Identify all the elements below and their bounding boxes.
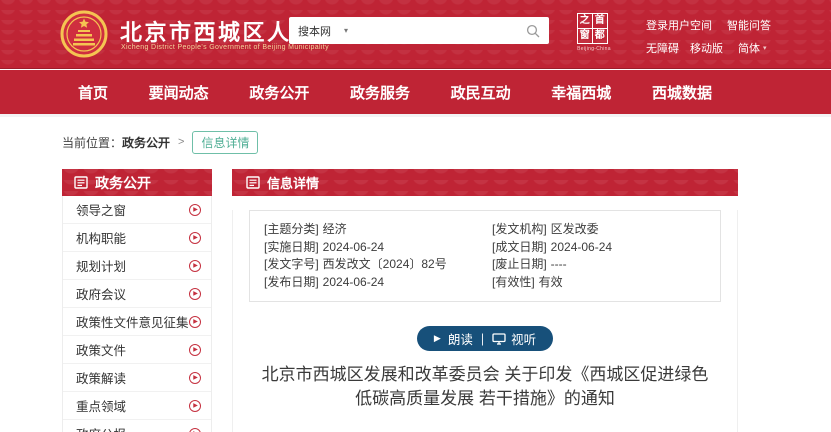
read-aloud-label: 朗读	[448, 329, 473, 348]
button-divider: |	[481, 332, 484, 346]
sidebar-item-policy-feedback[interactable]: 政策性文件意见征集 ▶	[63, 308, 211, 336]
sidebar-item-policy-docs[interactable]: 政策文件 ▶	[63, 336, 211, 364]
content-panel-header: 信息详情	[232, 169, 738, 196]
content-panel-title: 信息详情	[267, 173, 319, 192]
play-circle-icon: ▶	[189, 204, 201, 216]
sidebar-header: 政务公开	[62, 169, 212, 196]
search-icon[interactable]	[526, 24, 540, 38]
sidebar-item-policy-interpretation[interactable]: 政策解读 ▶	[63, 364, 211, 392]
document-title: 北京市西城区发展和改革委员会 关于印发《西城区促进绿色低碳高质量发展 若干措施》…	[261, 363, 709, 411]
sidebar-item-key-areas[interactable]: 重点领域 ▶	[63, 392, 211, 420]
play-circle-icon: ▶	[189, 428, 201, 432]
play-circle-icon: ▶	[189, 400, 201, 412]
smart-qa-link[interactable]: 智能问答	[727, 17, 771, 33]
nav-item-gov-services[interactable]: 政务服务	[350, 82, 410, 103]
seal-char: 都	[593, 29, 608, 44]
play-circle-icon: ▶	[189, 288, 201, 300]
meta-written-date: [成文日期]2024-06-24	[492, 239, 720, 257]
capital-window-seal-logo[interactable]: 之 首 窗 都	[577, 13, 608, 44]
search-input[interactable]	[348, 17, 526, 44]
search-box: 搜本网 ▾	[289, 17, 549, 44]
play-circle-icon: ▶	[189, 232, 201, 244]
content-panel-body: [主题分类]经济 [实施日期]2024-06-24 [发文字号]西发改文〔202…	[232, 210, 738, 432]
sidebar-item-plans[interactable]: 规划计划 ▶	[63, 252, 211, 280]
document-meta-box: [主题分类]经济 [实施日期]2024-06-24 [发文字号]西发改文〔202…	[249, 210, 721, 302]
search-scope-select[interactable]: 搜本网 ▾	[289, 23, 348, 39]
seal-char: 窗	[578, 29, 593, 44]
page: 北京市西城区人民政府 Xicheng District People's Gov…	[0, 0, 831, 432]
sidebar-item-label: 领导之窗	[76, 200, 126, 219]
breadcrumb-current-badge: 信息详情	[192, 131, 258, 154]
sidebar-item-meetings[interactable]: 政府会议 ▶	[63, 280, 211, 308]
nav-item-interaction[interactable]: 政民互动	[451, 82, 511, 103]
nav-item-happy-xicheng[interactable]: 幸福西城	[551, 82, 611, 103]
seal-char: 首	[593, 14, 608, 29]
breadcrumb-prefix: 当前位置：	[62, 134, 122, 151]
meta-document-number: [发文字号]西发改文〔2024〕82号	[264, 256, 492, 274]
sidebar: 政务公开 领导之窗 ▶ 机构职能 ▶ 规划计划 ▶ 政府会议 ▶ 政策性文件意见…	[62, 169, 212, 432]
meta-implementation-date: [实施日期]2024-06-24	[264, 239, 492, 257]
play-icon: ▶	[434, 333, 441, 344]
site-header: 北京市西城区人民政府 Xicheng District People's Gov…	[0, 0, 831, 69]
meta-validity: [有效性]有效	[492, 274, 720, 292]
sidebar-title: 政务公开	[95, 173, 151, 193]
play-circle-icon: ▶	[189, 372, 201, 384]
sidebar-item-label: 规划计划	[76, 256, 126, 275]
play-circle-icon: ▶	[189, 260, 201, 272]
nav-item-news[interactable]: 要闻动态	[149, 82, 209, 103]
breadcrumb: 当前位置： 政务公开 > 信息详情	[62, 131, 258, 153]
sidebar-list: 领导之窗 ▶ 机构职能 ▶ 规划计划 ▶ 政府会议 ▶ 政策性文件意见征集 ▶ …	[62, 196, 212, 432]
sidebar-item-leaders[interactable]: 领导之窗 ▶	[63, 196, 211, 224]
meta-publish-date: [发布日期]2024-06-24	[264, 274, 492, 292]
breadcrumb-separator: >	[178, 136, 184, 148]
meta-topic-category: [主题分类]经济	[264, 221, 492, 239]
site-subtitle: Xicheng District People's Government of …	[121, 44, 329, 51]
language-select[interactable]: 简体	[738, 40, 760, 56]
nav-item-home[interactable]: 首页	[78, 82, 108, 103]
document-icon	[246, 176, 260, 189]
meta-column-left: [主题分类]经济 [实施日期]2024-06-24 [发文字号]西发改文〔202…	[264, 221, 492, 291]
search-scope-label: 搜本网	[298, 23, 331, 39]
meta-column-right: [发文机构]区发改委 [成文日期]2024-06-24 [废止日期]---- […	[492, 221, 720, 291]
monitor-icon	[492, 333, 506, 345]
sidebar-item-gazette[interactable]: 政府公报 ▶	[63, 420, 211, 432]
main-content: 信息详情 [主题分类]经济 [实施日期]2024-06-24 [发文字号]西发改…	[232, 169, 738, 432]
sidebar-item-label: 政策解读	[76, 368, 126, 387]
nav-item-gov-affairs[interactable]: 政务公开	[249, 82, 309, 103]
breadcrumb-section-link[interactable]: 政务公开	[122, 134, 170, 151]
national-emblem-icon	[60, 10, 108, 58]
meta-repeal-date: [废止日期]----	[492, 256, 720, 274]
sidebar-item-label: 政府公报	[76, 424, 126, 432]
mobile-version-link[interactable]: 移动版	[690, 40, 723, 56]
document-list-icon	[74, 176, 88, 189]
sidebar-item-label: 政府会议	[76, 284, 126, 303]
national-emblem-logo[interactable]	[60, 10, 108, 58]
play-circle-icon: ▶	[189, 316, 201, 328]
seal-char: 之	[578, 14, 593, 29]
sidebar-item-label: 政策文件	[76, 340, 126, 359]
sidebar-item-functions[interactable]: 机构职能 ▶	[63, 224, 211, 252]
login-link[interactable]: 登录用户空间	[646, 17, 712, 33]
play-circle-icon: ▶	[189, 344, 201, 356]
meta-issuing-agency: [发文机构]区发改委	[492, 221, 720, 239]
seal-caption: Beijing-China	[574, 46, 614, 52]
main-nav: 首页 要闻动态 政务公开 政务服务 政民互动 幸福西城 西城数据	[0, 70, 831, 117]
chevron-down-icon: ▾	[763, 44, 767, 52]
audiovisual-label: 视听	[511, 329, 536, 348]
sidebar-item-label: 政策性文件意见征集	[76, 312, 189, 331]
accessibility-link[interactable]: 无障碍	[646, 40, 679, 56]
read-aloud-media-button[interactable]: ▶ 朗读 | 视听	[417, 326, 553, 351]
sidebar-item-label: 重点领域	[76, 396, 126, 415]
nav-item-xicheng-data[interactable]: 西城数据	[652, 82, 712, 103]
sidebar-item-label: 机构职能	[76, 228, 126, 247]
utility-links: 登录用户空间 智能问答 无障碍 移动版 简体 ▾	[646, 17, 771, 63]
